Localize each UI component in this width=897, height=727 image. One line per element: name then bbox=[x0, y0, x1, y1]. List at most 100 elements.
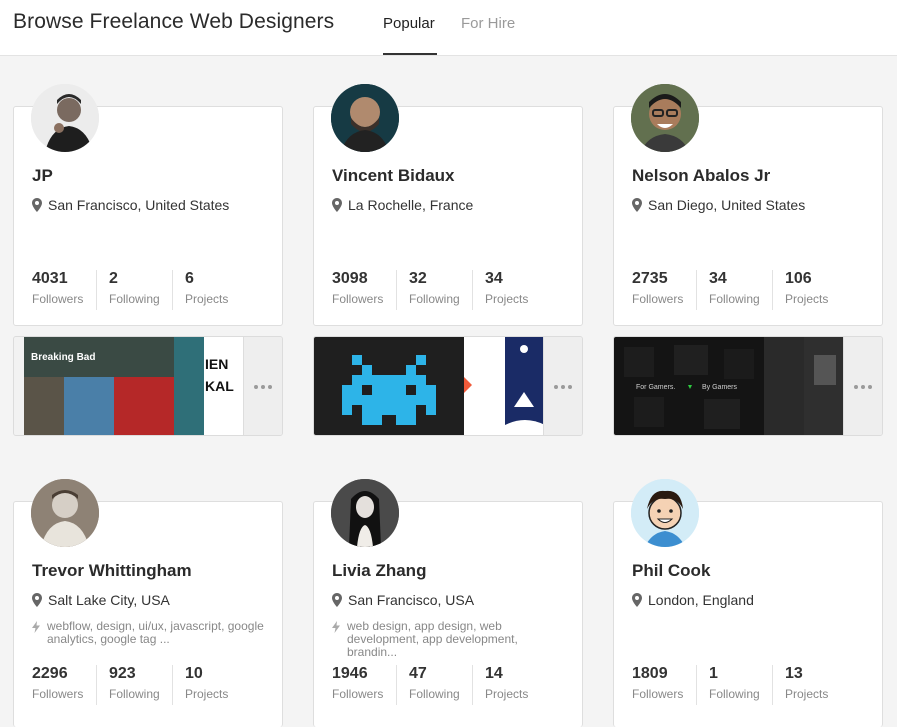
project-thumbnails[interactable]: For Gamers. By Gamers bbox=[613, 336, 883, 436]
followers-label: Followers bbox=[632, 687, 684, 701]
following-stat: 47 Following bbox=[396, 665, 460, 705]
followers-count: 2735 bbox=[632, 270, 668, 287]
following-count: 923 bbox=[109, 665, 136, 682]
designer-location-text: La Rochelle, France bbox=[348, 197, 474, 213]
designer-location: Salt Lake City, USA bbox=[32, 592, 170, 608]
projects-label: Projects bbox=[785, 687, 829, 701]
thumbnail-row[interactable]: For Gamers. By Gamers bbox=[614, 337, 845, 435]
projects-label: Projects bbox=[785, 292, 829, 306]
followers-stat: 4031 Followers bbox=[32, 270, 83, 310]
projects-label: Projects bbox=[185, 292, 229, 306]
projects-label: Projects bbox=[485, 687, 529, 701]
projects-label: Projects bbox=[185, 687, 229, 701]
avatar-photo bbox=[331, 479, 399, 547]
more-projects-button[interactable] bbox=[243, 337, 282, 435]
project-thumbnail-image: For Gamers. By Gamers bbox=[614, 337, 845, 435]
thumbnail-row[interactable] bbox=[314, 337, 545, 435]
projects-stat: 14 Projects bbox=[472, 665, 528, 705]
avatar-photo bbox=[631, 479, 699, 547]
following-stat: 2 Following bbox=[96, 270, 160, 310]
followers-stat: 1946 Followers bbox=[332, 665, 383, 705]
followers-count: 3098 bbox=[332, 270, 368, 287]
designer-name[interactable]: Vincent Bidaux bbox=[332, 166, 455, 186]
following-count: 34 bbox=[709, 270, 727, 287]
following-count: 32 bbox=[409, 270, 427, 287]
more-projects-button[interactable] bbox=[543, 337, 582, 435]
designer-location: London, England bbox=[632, 592, 754, 608]
designer-name[interactable]: Livia Zhang bbox=[332, 561, 426, 581]
designer-location-text: London, England bbox=[648, 592, 754, 608]
tab-popular-label: Popular bbox=[383, 15, 435, 32]
projects-stat: 13 Projects bbox=[772, 665, 828, 705]
avatar-photo bbox=[331, 84, 399, 152]
tab-popular[interactable]: Popular bbox=[383, 15, 437, 55]
designer-location: La Rochelle, France bbox=[332, 197, 473, 213]
projects-count: 34 bbox=[485, 270, 503, 287]
followers-stat: 3098 Followers bbox=[332, 270, 383, 310]
avatar[interactable] bbox=[31, 84, 99, 152]
projects-count: 10 bbox=[185, 665, 203, 682]
designer-location: San Francisco, USA bbox=[332, 592, 474, 608]
following-label: Following bbox=[109, 687, 160, 701]
followers-label: Followers bbox=[32, 687, 84, 701]
following-stat: 1 Following bbox=[696, 665, 760, 705]
following-stat: 923 Following bbox=[96, 665, 160, 705]
avatar[interactable] bbox=[31, 479, 99, 547]
followers-label: Followers bbox=[332, 292, 384, 306]
thumbnail-caption: Breaking Bad bbox=[31, 352, 95, 363]
followers-count: 4031 bbox=[32, 270, 68, 287]
designer-name[interactable]: JP bbox=[32, 166, 53, 186]
following-label: Following bbox=[709, 687, 760, 701]
location-pin-icon bbox=[632, 198, 642, 212]
project-thumbnails[interactable] bbox=[313, 336, 583, 436]
followers-stat: 2296 Followers bbox=[32, 665, 83, 705]
designer-location-text: San Diego, United States bbox=[648, 197, 806, 213]
page-title: Browse Freelance Web Designers bbox=[13, 10, 335, 33]
following-count: 2 bbox=[109, 270, 118, 287]
following-label: Following bbox=[109, 292, 160, 306]
designer-location: San Diego, United States bbox=[632, 197, 805, 213]
projects-stat: 106 Projects bbox=[772, 270, 828, 310]
designer-skills-text: web design, app design, web development,… bbox=[347, 619, 518, 659]
avatar-photo bbox=[631, 84, 699, 152]
active-tab-underline bbox=[383, 53, 437, 55]
thumbnail-caption: By Gamers bbox=[702, 384, 738, 391]
avatar[interactable] bbox=[331, 479, 399, 547]
followers-stat: 2735 Followers bbox=[632, 270, 683, 310]
location-pin-icon bbox=[332, 593, 342, 607]
thumbnail-row[interactable]: Breaking Bad IEN KAL bbox=[14, 337, 245, 435]
designer-location-text: San Francisco, United States bbox=[48, 197, 230, 213]
followers-label: Followers bbox=[32, 292, 84, 306]
following-count: 1 bbox=[709, 665, 718, 682]
avatar[interactable] bbox=[631, 479, 699, 547]
designer-name[interactable]: Trevor Whittingham bbox=[32, 561, 192, 581]
designer-skills-text: webflow, design, ui/ux, javascript, goog… bbox=[47, 619, 264, 646]
avatar[interactable] bbox=[631, 84, 699, 152]
following-stat: 34 Following bbox=[696, 270, 760, 310]
following-stat: 32 Following bbox=[396, 270, 460, 310]
projects-stat: 34 Projects bbox=[472, 270, 528, 310]
location-pin-icon bbox=[32, 198, 42, 212]
projects-count: 106 bbox=[785, 270, 812, 287]
following-label: Following bbox=[409, 292, 460, 306]
following-label: Following bbox=[709, 292, 760, 306]
designer-name[interactable]: Nelson Abalos Jr bbox=[632, 166, 770, 186]
followers-stat: 1809 Followers bbox=[632, 665, 683, 705]
location-pin-icon bbox=[32, 593, 42, 607]
followers-count: 1946 bbox=[332, 665, 368, 682]
location-pin-icon bbox=[332, 198, 342, 212]
projects-stat: 10 Projects bbox=[172, 665, 228, 705]
followers-count: 1809 bbox=[632, 665, 668, 682]
designer-name[interactable]: Phil Cook bbox=[632, 561, 710, 581]
tab-for-hire[interactable]: For Hire bbox=[461, 15, 515, 55]
project-thumbnails[interactable]: Breaking Bad IEN KAL bbox=[13, 336, 283, 436]
designer-skills: web design, app design, web development,… bbox=[332, 620, 532, 659]
avatar[interactable] bbox=[331, 84, 399, 152]
projects-stat: 6 Projects bbox=[172, 270, 228, 310]
more-projects-button[interactable] bbox=[843, 337, 882, 435]
designer-skills: webflow, design, ui/ux, javascript, goog… bbox=[32, 620, 272, 646]
tab-for-hire-label: For Hire bbox=[461, 15, 516, 32]
project-thumbnail-image bbox=[314, 337, 545, 435]
followers-count: 2296 bbox=[32, 665, 68, 682]
followers-label: Followers bbox=[632, 292, 684, 306]
